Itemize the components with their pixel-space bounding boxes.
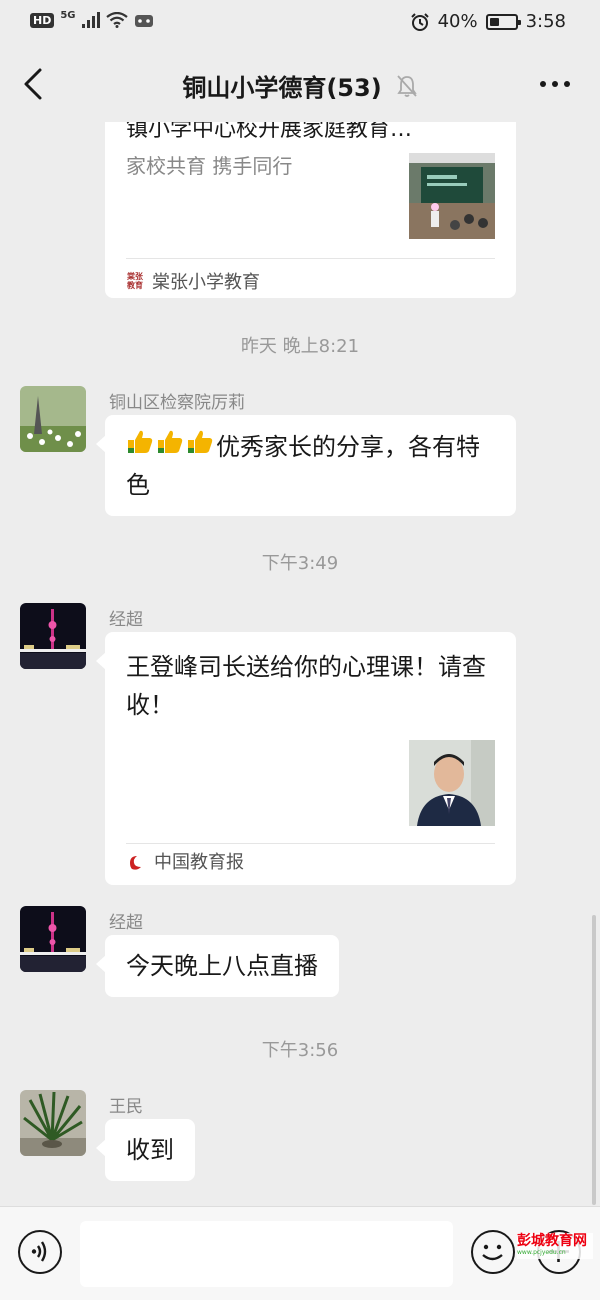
sender-name: 铜山区检察院厉莉 (109, 393, 245, 413)
avatar-image (20, 603, 86, 669)
voice-icon (31, 1241, 47, 1262)
avatar[interactable] (20, 603, 86, 669)
wifi-icon (105, 12, 128, 28)
sender-name: 经超 (109, 610, 143, 630)
avatar-image (20, 386, 86, 452)
game-notification-icon (134, 15, 153, 27)
source-logo: 棠张教育 (127, 272, 143, 290)
message-bubble[interactable]: 今天晚上八点直播 (96, 935, 339, 997)
emoji-icon (482, 1244, 503, 1261)
avatar-image (20, 1090, 86, 1156)
more-dots-icon[interactable] (538, 74, 572, 94)
sender-name: 经超 (109, 913, 143, 933)
article-title: 王登峰司长送给你的心理课！请查收！ (126, 653, 486, 719)
portrait-image (409, 740, 495, 826)
watermark-text: 彭城教育网 (517, 1233, 587, 1249)
timestamp: 下午3:56 (261, 1040, 339, 1061)
hd-badge: HD (30, 12, 55, 28)
article-thumbnail (409, 153, 495, 239)
message-text: 今天晚上八点直播 (126, 952, 318, 980)
avatar[interactable] (20, 386, 86, 452)
article-title: 镇小学中心校开展家庭教育… (126, 122, 413, 142)
network-type: 5G (60, 9, 76, 21)
chat-area[interactable]: 镇小学中心校开展家庭教育… 家校共育 携手同行 棠张教育 棠张小学教育 昨天 晚… (0, 122, 600, 1206)
emoji-button[interactable] (471, 1230, 515, 1274)
battery-icon (485, 13, 521, 30)
status-bar: HD 5G 40% 3:58 (0, 0, 600, 46)
site-watermark: 彭城教育网 www.pcjyedu.cn (517, 1233, 593, 1259)
signal-icon (81, 12, 100, 28)
card-divider (126, 843, 495, 844)
article-card-1[interactable]: 镇小学中心校开展家庭教育… 家校共育 携手同行 棠张教育 棠张小学教育 (105, 122, 516, 298)
thumbs-up-icon (186, 427, 216, 466)
source-name: 中国教育报 (154, 852, 244, 873)
newspaper-logo-icon (130, 856, 141, 870)
timestamp: 昨天 晚上8:21 (240, 336, 360, 357)
thumbs-up-icon (156, 427, 186, 466)
card-divider (126, 258, 495, 259)
message-input[interactable] (80, 1221, 453, 1287)
article-thumbnail (409, 740, 495, 826)
alarm-icon (410, 12, 429, 31)
battery-percent: 40% (437, 11, 478, 32)
article-source: 棠张教育 棠张小学教育 (126, 268, 260, 294)
avatar[interactable] (20, 906, 86, 972)
clock: 3:58 (525, 11, 566, 32)
thumbs-up-icon (126, 427, 156, 466)
article-card-2[interactable]: 王登峰司长送给你的心理课！请查收！ 中国教育报 (96, 632, 516, 885)
message-bubble[interactable]: 优秀家长的分享，各有特色 (96, 415, 516, 516)
nav-bar: 铜山小学德育(53) (0, 46, 600, 122)
chat-scrollbar[interactable] (592, 915, 596, 1205)
source-name: 棠张小学教育 (152, 272, 260, 293)
timestamp: 下午3:49 (261, 553, 339, 574)
message-text: 收到 (126, 1136, 174, 1164)
article-source: 中国教育报 (126, 852, 244, 874)
status-left: HD 5G (30, 9, 154, 28)
battery-level (489, 17, 500, 26)
message-bubble[interactable]: 收到 (96, 1119, 195, 1181)
sender-name: 王民 (109, 1097, 143, 1117)
avatar[interactable] (20, 1090, 86, 1156)
voice-button[interactable] (18, 1230, 62, 1274)
article-desc: 家校共育 携手同行 (126, 154, 293, 178)
chat-title-wrap: 铜山小学德育(53) (0, 68, 600, 103)
avatar-image (20, 906, 86, 972)
watermark-url: www.pcjyedu.cn (517, 1249, 566, 1256)
classroom-image (409, 153, 495, 239)
input-bar (0, 1206, 600, 1300)
bell-muted-icon (396, 74, 417, 97)
chat-title: 铜山小学德育(53) (182, 74, 382, 102)
status-right: 40% 3:58 (410, 11, 566, 32)
